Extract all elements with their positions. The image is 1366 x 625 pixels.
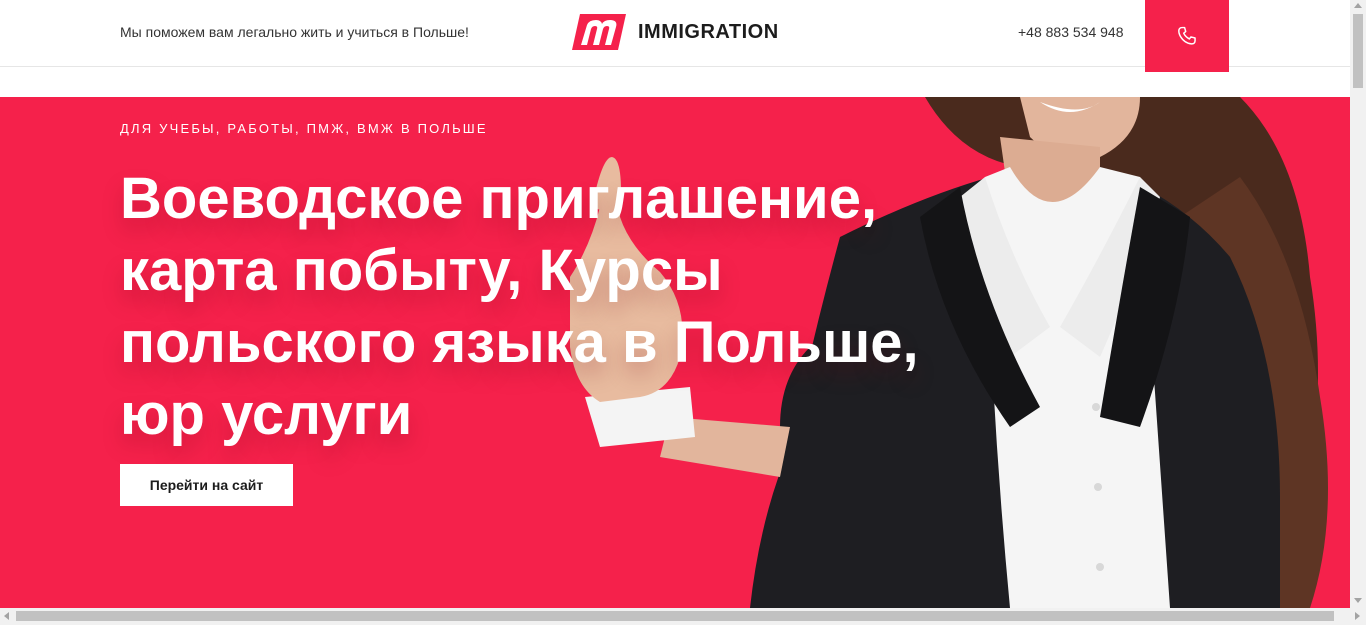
scroll-right-arrow-icon[interactable] [1355,612,1360,620]
logo-text: IMMIGRATION [638,20,779,43]
scroll-down-arrow-icon[interactable] [1354,598,1362,603]
hero-eyebrow: ДЛЯ УЧЕБЫ, РАБОТЫ, ПМЖ, ВМЖ В ПОЛЬШЕ [120,121,488,136]
call-button[interactable] [1145,0,1229,72]
go-to-site-button[interactable]: Перейти на сайт [120,464,293,506]
horizontal-scrollbar[interactable] [0,608,1366,625]
horizontal-scroll-thumb[interactable] [16,611,1334,621]
hero-title: Воеводское приглашение, карта побыту, Ку… [120,166,919,447]
scroll-up-arrow-icon[interactable] [1354,3,1362,8]
scroll-left-arrow-icon[interactable] [4,612,9,620]
site-header: Мы поможем вам легально жить и учиться в… [0,0,1350,72]
header-phone[interactable]: +48 883 534 948 [1018,24,1124,40]
vertical-scroll-thumb[interactable] [1353,14,1363,88]
header-tagline: Мы поможем вам легально жить и учиться в… [120,24,469,40]
logo-mark-icon [572,14,626,50]
phone-icon [1178,26,1196,45]
hero-banner: ДЛЯ УЧЕБЫ, РАБОТЫ, ПМЖ, ВМЖ В ПОЛЬШЕ Вое… [0,97,1350,608]
site-logo[interactable]: IMMIGRATION [572,14,779,50]
vertical-scrollbar[interactable] [1350,0,1366,608]
